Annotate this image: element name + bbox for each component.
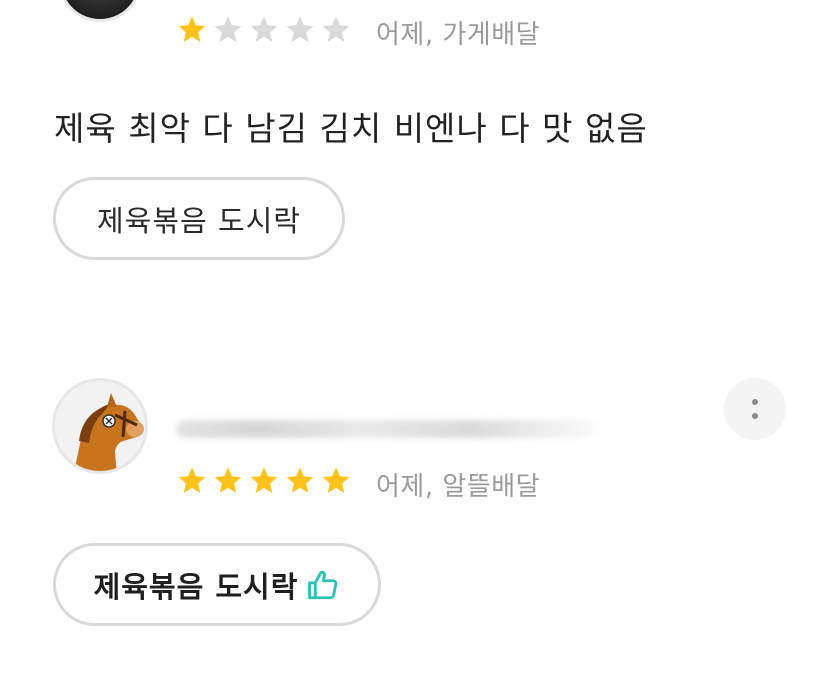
star-rating — [176, 14, 352, 46]
reviewer-name-blurred — [176, 420, 596, 438]
menu-chip-liked[interactable]: 제육볶음 도시락 — [53, 543, 381, 626]
review-meta: 어제, 알뜰배달 — [376, 472, 541, 502]
star-empty-icon — [322, 16, 350, 42]
star-filled-icon — [178, 16, 206, 42]
star-filled-icon — [322, 467, 350, 493]
menu-chip[interactable]: 제육볶음 도시락 — [53, 177, 345, 260]
reviewer-avatar[interactable] — [52, 378, 148, 474]
star-rating — [176, 465, 352, 497]
more-options-button[interactable] — [724, 378, 786, 440]
thumbs-up-icon — [308, 570, 338, 599]
star-filled-icon — [214, 467, 242, 493]
menu-chip-label: 제육볶음 도시락 — [97, 203, 301, 238]
reviewer-avatar[interactable] — [58, 0, 142, 22]
horse-avatar-icon — [55, 381, 145, 471]
star-empty-icon — [286, 16, 314, 42]
star-filled-icon — [178, 467, 206, 493]
star-empty-icon — [250, 16, 278, 42]
more-icon-dot — [752, 399, 758, 405]
more-icon-dot — [752, 413, 758, 419]
review-meta: 어제, 가게배달 — [376, 20, 541, 50]
menu-chip-label: 제육볶음 도시락 — [93, 569, 299, 604]
star-empty-icon — [214, 16, 242, 42]
review-text: 제육 최악 다 남김 김치 비엔나 다 맛 없음 — [54, 109, 648, 148]
star-filled-icon — [286, 467, 314, 493]
star-filled-icon — [250, 467, 278, 493]
